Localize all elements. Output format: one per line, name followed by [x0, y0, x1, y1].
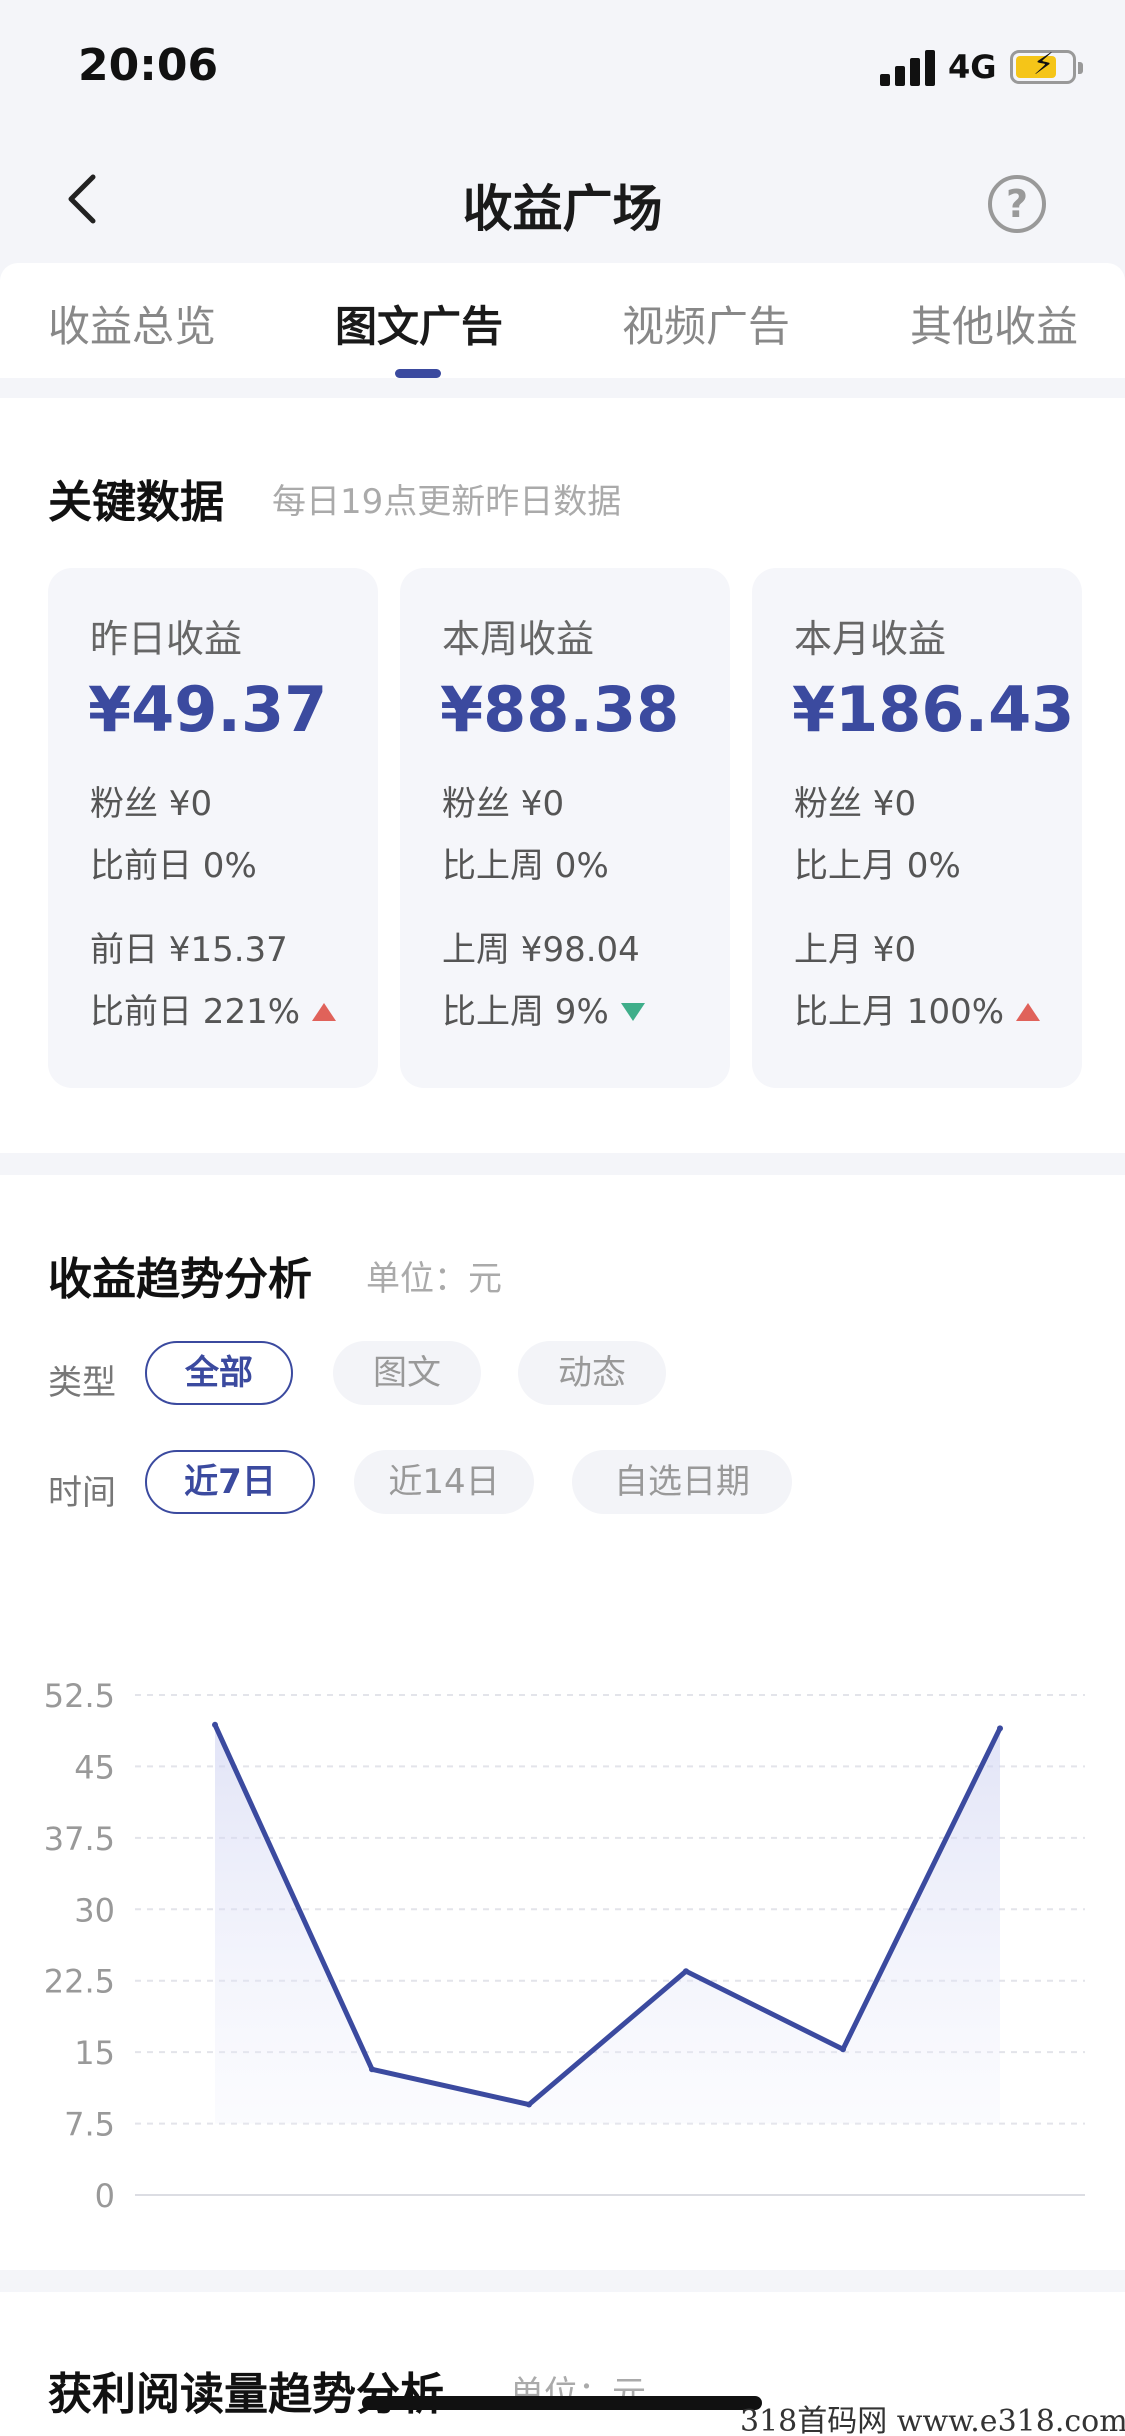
data-point: [212, 1721, 218, 1728]
kpi-compare: 比前日 0%: [90, 846, 257, 886]
tab-indicator: [395, 369, 441, 378]
y-tick-label: 30: [74, 1891, 115, 1929]
arrow-up-icon: [1016, 1003, 1041, 1021]
key-data-subtitle: 每日19点更新昨日数据: [272, 482, 622, 522]
y-tick-label: 45: [74, 1748, 115, 1786]
network-type: 4G: [948, 48, 997, 86]
kpi-value: ¥49.37: [88, 673, 328, 746]
kpi-compare: 比上月 0%: [794, 846, 961, 886]
kpi-card-yesterday[interactable]: 昨日收益 ¥49.37 粉丝 ¥0 比前日 0% 前日 ¥15.37 比前日 2…: [48, 568, 378, 1088]
time-chip-7days[interactable]: 近7日: [145, 1450, 315, 1514]
tab-image-text-ads[interactable]: 图文广告: [335, 293, 503, 354]
kpi-change: 比前日 221%: [90, 984, 337, 1033]
battery-icon: ⚡: [1010, 47, 1083, 84]
page-title: 收益广场: [462, 180, 663, 238]
key-data-title: 关键数据: [48, 477, 224, 528]
time-chip-14days[interactable]: 近14日: [354, 1450, 534, 1514]
type-chip-image-text[interactable]: 图文: [333, 1341, 481, 1405]
trend-unit: 单位：元: [366, 1259, 502, 1299]
kpi-label: 昨日收益: [90, 617, 243, 661]
kpi-card-month[interactable]: 本月收益 ¥186.43 粉丝 ¥0 比上月 0% 上月 ¥0 比上月 100%: [752, 568, 1082, 1088]
arrow-down-icon: [620, 1003, 645, 1021]
data-point: [997, 1725, 1003, 1732]
kpi-fans: 粉丝 ¥0: [442, 784, 565, 824]
kpi-compare: 比上周 0%: [442, 846, 609, 886]
trend-title: 收益趋势分析: [48, 1254, 312, 1305]
kpi-previous: 上月 ¥0: [794, 930, 917, 970]
kpi-fans: 粉丝 ¥0: [90, 784, 213, 824]
nav-bar: 收益广场 ?: [0, 135, 1125, 263]
kpi-fans: 粉丝 ¥0: [794, 784, 917, 824]
type-chip-all[interactable]: 全部: [145, 1341, 293, 1405]
y-tick-label: 22.5: [44, 1963, 115, 2001]
kpi-label: 本周收益: [442, 617, 595, 661]
data-point: [840, 2046, 846, 2053]
signal-icon: [880, 50, 936, 86]
kpi-change-text: 比上周 9%: [442, 992, 609, 1032]
kpi-value: ¥88.38: [440, 673, 680, 746]
kpi-previous: 前日 ¥15.37: [90, 930, 288, 970]
income-trend-chart: 07.51522.53037.54552.508-1808-1908-2008-…: [44, 1677, 1085, 2215]
series-area: [215, 1724, 1000, 2124]
watermark: 318首码网 www.e318.com: [740, 2404, 1125, 2436]
y-tick-label: 15: [74, 2034, 115, 2072]
status-time: 20:06: [78, 40, 219, 91]
read-trend-title: 获利阅读量趋势分析: [48, 2369, 444, 2420]
data-point: [369, 2066, 375, 2073]
page: 20:06 4G ⚡ 收益广场 ? 收益总览 图文广告 视频广告 其他收益 关键…: [0, 0, 1125, 2436]
kpi-value: ¥186.43: [792, 673, 1075, 746]
kpi-previous: 上周 ¥98.04: [442, 930, 640, 970]
kpi-card-week[interactable]: 本周收益 ¥88.38 粉丝 ¥0 比上周 0% 上周 ¥98.04 比上周 9…: [400, 568, 730, 1088]
type-filter-label: 类型: [48, 1363, 116, 1403]
time-filter-label: 时间: [48, 1473, 116, 1513]
kpi-change-text: 比前日 221%: [90, 992, 301, 1032]
tab-bar: 收益总览 图文广告 视频广告 其他收益: [0, 263, 1125, 378]
type-chip-dynamic[interactable]: 动态: [518, 1341, 666, 1405]
key-data-section: 关键数据 每日19点更新昨日数据 昨日收益 ¥49.37 粉丝 ¥0 比前日 0…: [0, 398, 1125, 1153]
home-indicator: [362, 2396, 762, 2410]
kpi-change: 比上周 9%: [442, 984, 645, 1033]
y-tick-label: 0: [95, 2177, 115, 2215]
kpi-label: 本月收益: [794, 617, 947, 661]
kpi-change: 比上月 100%: [794, 984, 1041, 1033]
tab-overview[interactable]: 收益总览: [48, 293, 216, 354]
data-point: [683, 1968, 689, 1975]
tab-other-income[interactable]: 其他收益: [910, 293, 1078, 354]
help-icon[interactable]: ?: [988, 175, 1046, 233]
y-tick-label: 52.5: [44, 1677, 115, 1715]
tab-video-ads[interactable]: 视频广告: [622, 293, 790, 354]
data-point: [526, 2101, 532, 2108]
income-trend-section: 收益趋势分析 单位：元 类型 全部 图文 动态 时间 近7日 近14日 自选日期…: [0, 1175, 1125, 2270]
status-bar: 20:06 4G ⚡: [0, 0, 1125, 135]
y-tick-label: 7.5: [64, 2106, 115, 2144]
kpi-change-text: 比上月 100%: [794, 992, 1005, 1032]
y-tick-label: 37.5: [44, 1820, 115, 1858]
arrow-up-icon: [312, 1003, 337, 1021]
time-chip-custom[interactable]: 自选日期: [572, 1450, 792, 1514]
